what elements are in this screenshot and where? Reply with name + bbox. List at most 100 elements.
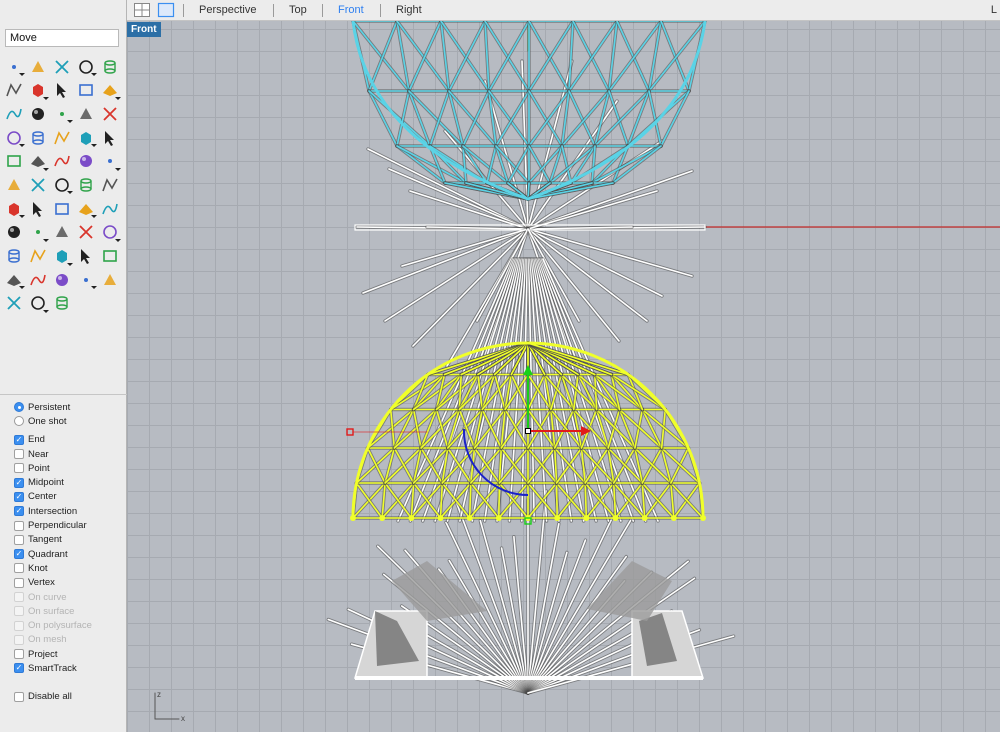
grid-array-icon[interactable] [2,197,26,220]
copy-icon[interactable] [26,173,50,196]
viewport-title[interactable]: Front [127,22,161,37]
surface-corner-icon[interactable] [2,102,26,125]
sphere-icon[interactable] [74,102,98,125]
shell-icon[interactable] [98,197,122,220]
single-viewport-icon[interactable] [157,2,175,18]
osnap-checkbox[interactable] [14,563,24,574]
hide-icon[interactable] [50,245,74,268]
osnap-checkbox[interactable]: ✓ [14,491,24,502]
tab-perspective[interactable]: Perspective [199,4,256,16]
toolbar-grid [2,55,122,316]
transform-icon[interactable] [50,292,74,315]
polygon-icon[interactable] [74,79,98,102]
analyze-icon[interactable] [26,221,50,244]
osnap-center[interactable]: ✓ Center [14,490,126,504]
tab-separator [273,4,274,17]
osnap-tangent[interactable]: Tangent [14,533,126,547]
osnap-checkbox[interactable]: ✓ [14,477,24,488]
dimension-icon[interactable] [2,221,26,244]
osnap-checkbox[interactable]: ✓ [14,663,24,674]
tab-front[interactable]: Front [338,4,364,16]
osnap-smarttrack[interactable]: ✓ SmartTrack [14,661,126,675]
model-canvas[interactable]: zx [127,21,1000,732]
color-wheel-icon[interactable] [50,268,74,291]
osnap-midpoint[interactable]: ✓ Midpoint [14,475,126,489]
rotate-icon[interactable] [50,173,74,196]
ellipse-icon[interactable] [2,79,26,102]
explode-icon[interactable] [50,126,74,149]
tab-right[interactable]: Right [396,4,422,16]
extrude-curve-icon[interactable] [26,102,50,125]
arc-icon[interactable] [26,79,50,102]
light-icon[interactable] [98,245,122,268]
sun-icon[interactable] [98,268,122,291]
osnap-checkbox[interactable]: ✓ [14,506,24,517]
offset-icon[interactable] [74,150,98,173]
text-icon[interactable] [98,150,122,173]
move-icon[interactable] [2,173,26,196]
osnap-checkbox[interactable]: ✓ [14,434,24,445]
point-icon[interactable] [26,55,50,78]
osnap-project[interactable]: Project [14,647,126,661]
disable-all-checkbox[interactable] [14,691,24,702]
osnap-checkbox[interactable] [14,649,24,660]
trim-icon[interactable] [74,126,98,149]
box-icon[interactable] [50,102,74,125]
check-icon[interactable] [74,197,98,220]
rebuild-icon[interactable] [50,150,74,173]
select-arrow-icon[interactable] [2,55,26,78]
osnap-vertex[interactable]: Vertex [14,576,126,590]
scale-icon[interactable] [74,173,98,196]
persistent-option[interactable]: Persistent [14,400,126,414]
osnap-checkbox[interactable] [14,520,24,531]
four-viewports-icon[interactable] [133,2,151,18]
material-sphere-icon[interactable] [2,292,26,315]
zoom-window-icon[interactable] [74,221,98,244]
persistent-radio[interactable] [14,402,24,413]
group-icon[interactable] [26,150,50,173]
command-input[interactable] [5,29,119,47]
fillet-curve-icon[interactable] [98,79,122,102]
front-viewport[interactable]: zx Front [127,21,1000,732]
osnap-checkbox[interactable] [14,577,24,588]
gumball-center [525,428,531,434]
rectangle-icon[interactable] [50,79,74,102]
lock-icon[interactable] [2,268,26,291]
sweep-icon[interactable] [50,197,74,220]
split-icon[interactable] [98,126,122,149]
rotate-view-icon[interactable] [26,292,50,315]
osnap-quadrant[interactable]: ✓ Quadrant [14,547,126,561]
one-shot-option[interactable]: One shot [14,414,126,428]
zoom-select-icon[interactable] [50,221,74,244]
osnap-checkbox[interactable] [14,463,24,474]
cylinder-icon[interactable] [98,102,122,125]
boolean-icon[interactable] [26,126,50,149]
layer-icon[interactable] [26,268,50,291]
join-icon[interactable] [2,150,26,173]
properties-icon[interactable] [74,268,98,291]
osnap-end[interactable]: ✓ End [14,433,126,447]
curve-icon[interactable] [74,55,98,78]
show-icon[interactable] [74,245,98,268]
array-icon[interactable] [98,173,122,196]
osnap-knot[interactable]: Knot [14,561,126,575]
car-render-icon[interactable] [26,245,50,268]
osnap-point[interactable]: Point [14,461,126,475]
one-shot-radio[interactable] [14,416,24,427]
zoom-icon[interactable] [98,221,122,244]
disable-all-option[interactable]: Disable all [14,690,126,704]
circle-icon[interactable] [98,55,122,78]
osnap-intersection[interactable]: ✓ Intersection [14,504,126,518]
osnap-checkbox[interactable] [14,534,24,545]
osnap-label: Point [28,462,50,474]
tab-top[interactable]: Top [289,4,307,16]
fillet-edge-icon[interactable] [26,197,50,220]
pan-icon[interactable] [2,245,26,268]
osnap-checkbox[interactable] [14,449,24,460]
osnap-checkbox[interactable]: ✓ [14,549,24,560]
tab-separator [380,4,381,17]
osnap-near[interactable]: Near [14,447,126,461]
polyline-icon[interactable] [50,55,74,78]
surface-patch-icon[interactable] [2,126,26,149]
osnap-perpendicular[interactable]: Perpendicular [14,518,126,532]
